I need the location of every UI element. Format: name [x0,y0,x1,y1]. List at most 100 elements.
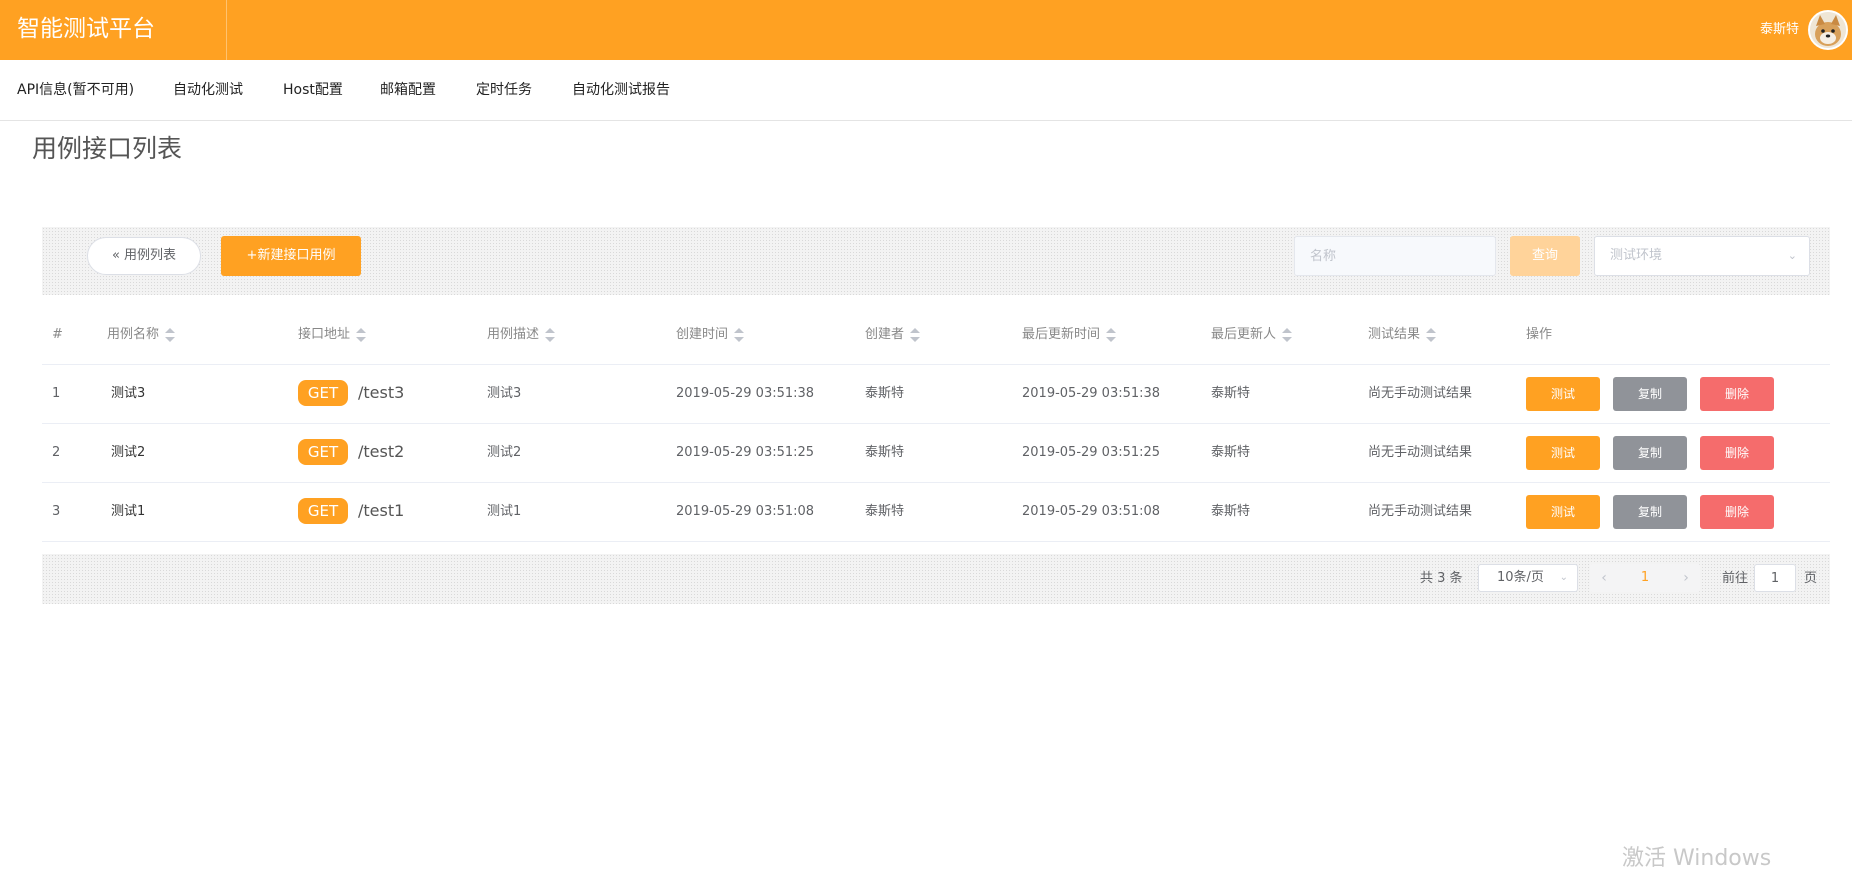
run-test-button[interactable]: 测试 [1526,495,1600,529]
chevron-down-icon: ⌄ [1787,249,1797,262]
sort-icon[interactable] [910,327,921,342]
dog-avatar-icon [1810,12,1846,48]
nav-item-test-report[interactable]: 自动化测试报告 [572,81,670,99]
nav-item-scheduled-task[interactable]: 定时任务 [476,81,532,99]
row-case-name: 测试2 [111,445,146,460]
col-description-label: 用例描述 [487,327,540,342]
test-env-select[interactable]: 测试环境 ⌄ [1594,236,1810,276]
table-row: 2 测试2 GET /test2 测试2 2019-05-29 03:51:25… [42,424,1830,483]
row-description: 测试3 [487,386,522,401]
delete-button[interactable]: 删除 [1700,377,1774,411]
col-description[interactable]: 用例描述 [487,326,556,344]
row-creator: 泰斯特 [865,386,905,401]
sort-icon[interactable] [734,327,745,342]
sort-icon[interactable] [356,327,367,342]
row-updated-time: 2019-05-29 03:51:38 [1022,386,1161,401]
method-badge: GET [298,380,348,406]
col-index: # [52,327,63,342]
top-bar: 智能测试平台 泰斯特 [0,0,1852,60]
col-updater[interactable]: 最后更新人 [1211,326,1293,344]
app-title: 智能测试平台 [17,16,155,42]
row-creator: 泰斯特 [865,504,905,519]
row-description: 测试1 [487,504,522,519]
toolbar: « 用例列表 +新建接口用例 查询 测试环境 ⌄ [42,227,1830,295]
row-created-time: 2019-05-29 03:51:08 [676,504,815,519]
col-creator[interactable]: 创建者 [865,326,921,344]
nav-item-api-info[interactable]: API信息(暂不可用) [17,81,134,99]
col-api-path-label: 接口地址 [298,327,351,342]
goto-page-input[interactable] [1754,564,1796,592]
row-updater: 泰斯特 [1211,445,1251,460]
page-size-select[interactable]: 10条/页 ⌄ [1478,564,1578,592]
delete-button[interactable]: 删除 [1700,436,1774,470]
col-api-path[interactable]: 接口地址 [298,326,367,344]
row-index: 2 [52,445,61,460]
sort-icon[interactable] [1282,327,1293,342]
sort-icon[interactable] [165,327,176,342]
row-index: 1 [52,386,61,401]
row-created-time: 2019-05-29 03:51:38 [676,386,815,401]
col-actions: 操作 [1526,327,1553,342]
query-button[interactable]: 查询 [1510,236,1580,276]
nav-item-automation-test[interactable]: 自动化测试 [173,81,243,99]
total-count: 共 3 条 [1420,571,1463,586]
nav-item-host-config[interactable]: Host配置 [283,81,343,99]
row-updater: 泰斯特 [1211,504,1251,519]
new-api-case-button[interactable]: +新建接口用例 [221,236,361,276]
nav-item-email-config[interactable]: 邮箱配置 [380,81,436,99]
col-updated-time[interactable]: 最后更新时间 [1022,326,1117,344]
chevron-right-icon[interactable]: › [1672,564,1700,592]
copy-button[interactable]: 复制 [1613,377,1687,411]
row-index: 3 [52,504,61,519]
col-case-name[interactable]: 用例名称 [107,326,176,344]
table-header: # 用例名称 接口地址 用例描述 创建时间 创建者 最后更新时间 最后更新人 测… [42,308,1830,365]
row-test-result: 尚无手动测试结果 [1368,504,1473,519]
main-nav: API信息(暂不可用) 自动化测试 Host配置 邮箱配置 定时任务 自动化测试… [0,60,1852,121]
col-updater-label: 最后更新人 [1211,327,1277,342]
row-test-result: 尚无手动测试结果 [1368,445,1473,460]
table-row: 1 测试3 GET /test3 测试3 2019-05-29 03:51:38… [42,365,1830,424]
goto-label: 前往 [1722,571,1749,586]
pager: ‹ 1 › [1590,564,1700,592]
row-updated-time: 2019-05-29 03:51:25 [1022,445,1161,460]
row-api-path: /test1 [358,501,405,520]
page-suffix-label: 页 [1804,571,1818,586]
col-updated-time-label: 最后更新时间 [1022,327,1101,342]
topbar-divider [226,0,227,60]
copy-button[interactable]: 复制 [1613,436,1687,470]
method-badge: GET [298,439,348,465]
sort-icon[interactable] [1426,327,1437,342]
row-updater: 泰斯特 [1211,386,1251,401]
run-test-button[interactable]: 测试 [1526,377,1600,411]
col-created-time[interactable]: 创建时间 [676,326,745,344]
col-test-result[interactable]: 测试结果 [1368,326,1437,344]
delete-button[interactable]: 删除 [1700,495,1774,529]
row-case-name: 测试1 [111,504,146,519]
chevron-left-icon[interactable]: ‹ [1590,564,1618,592]
pagination: 共 3 条 10条/页 ⌄ ‹ 1 › 前往 页 [42,554,1830,604]
page-number-current[interactable]: 1 [1631,564,1659,592]
col-creator-label: 创建者 [865,327,905,342]
row-created-time: 2019-05-29 03:51:25 [676,445,815,460]
table-row: 3 测试1 GET /test1 测试1 2019-05-29 03:51:08… [42,483,1830,542]
page-title: 用例接口列表 [32,134,183,163]
name-search-input[interactable] [1294,236,1496,276]
row-test-result: 尚无手动测试结果 [1368,386,1473,401]
row-case-name: 测试3 [111,386,146,401]
copy-button[interactable]: 复制 [1613,495,1687,529]
chevron-down-icon: ⌄ [1559,572,1568,583]
sort-icon[interactable] [545,327,556,342]
page-size-value: 10条/页 [1497,570,1544,585]
method-badge: GET [298,498,348,524]
row-api-path: /test2 [358,442,405,461]
sort-icon[interactable] [1106,327,1117,342]
row-api-path: /test3 [358,383,405,402]
col-case-name-label: 用例名称 [107,327,160,342]
col-created-time-label: 创建时间 [676,327,729,342]
avatar[interactable] [1808,10,1848,50]
username[interactable]: 泰斯特 [1760,21,1799,39]
run-test-button[interactable]: 测试 [1526,436,1600,470]
row-creator: 泰斯特 [865,445,905,460]
activate-windows-watermark: 激活 Windows [1622,846,1772,871]
back-to-case-list-button[interactable]: « 用例列表 [87,237,201,275]
